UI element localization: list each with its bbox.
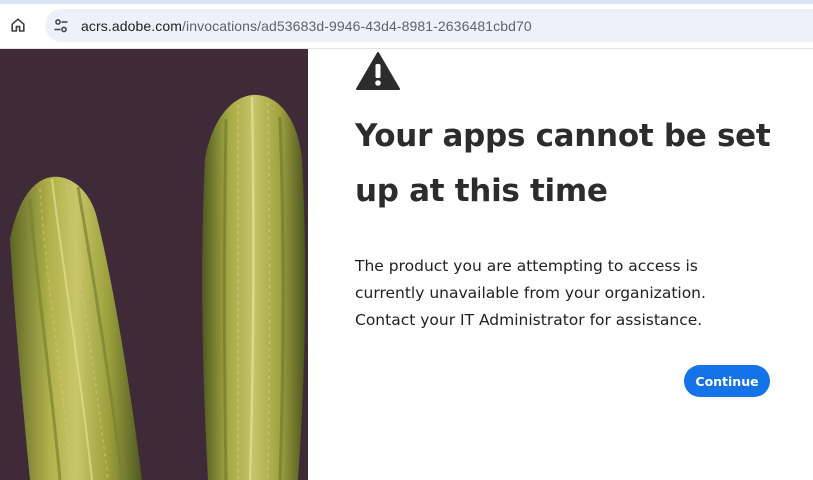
cactus-photo [0,49,308,480]
error-title: Your apps cannot be set up at this time [355,118,771,209]
error-message: The product you are attempting to access… [355,257,706,329]
tune-icon [54,18,68,32]
url-host: acrs.adobe.com [81,17,183,34]
warning-icon [356,52,400,90]
url-text[interactable]: acrs.adobe.com/invocations/ad53683d-9946… [81,18,532,34]
hero-image [0,49,308,480]
continue-button[interactable]: Continue [684,365,770,397]
url-path: /invocations/ad53683d-9946-43d4-8981-263… [182,17,532,34]
home-icon [11,18,25,32]
browser-toolbar: acrs.adobe.com/invocations/ad53683d-9946… [0,4,813,49]
home-button[interactable] [6,12,30,38]
site-info-button[interactable] [52,17,70,35]
error-panel: Your apps cannot be set up at this time … [308,49,813,480]
address-bar[interactable]: acrs.adobe.com/invocations/ad53683d-9946… [45,9,813,42]
